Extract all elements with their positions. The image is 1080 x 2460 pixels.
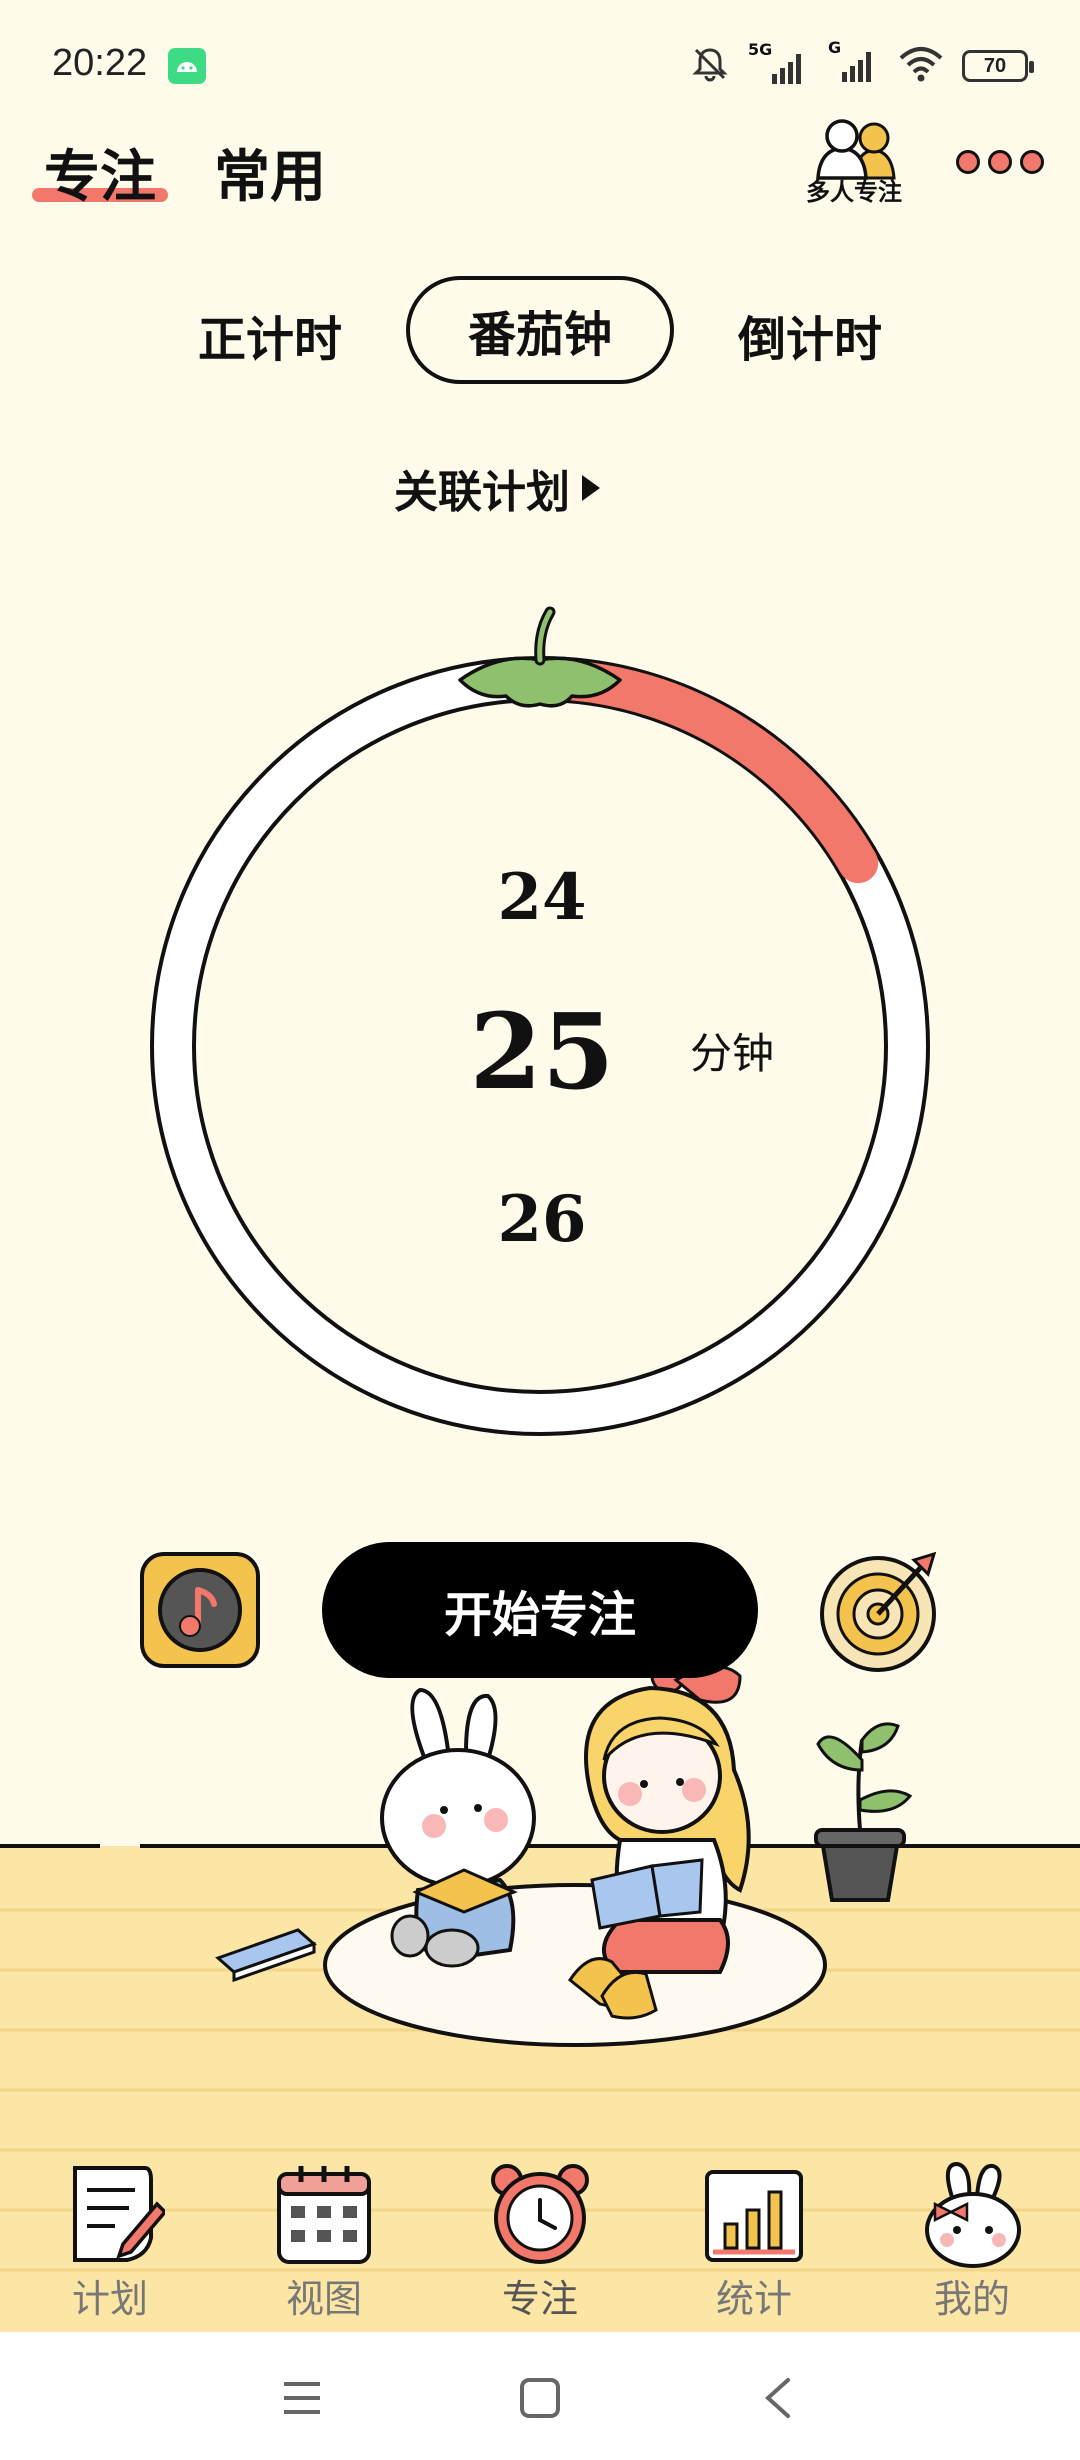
nav-label-view: 视图 [285, 2277, 362, 2321]
triangle-right-icon [582, 475, 600, 501]
mode-count-up[interactable]: 正计时 [198, 300, 342, 370]
bar-chart-icon [705, 2170, 803, 2262]
signal-icon: 5G [748, 40, 810, 86]
mode-pomodoro[interactable]: 番茄钟 [406, 276, 674, 384]
network-type-1: 5G [748, 40, 773, 59]
menu-icon[interactable] [280, 2378, 324, 2418]
multi-focus-label: 多人专注 [806, 178, 902, 206]
nav-item-plan[interactable]: 计划 [30, 2160, 190, 2340]
bunny-face-icon [925, 2161, 1021, 2268]
status-right-cluster: 5G G 70 [690, 38, 1034, 88]
timer-prev-value[interactable]: 24 [392, 860, 692, 935]
battery-level: 70 [983, 54, 1007, 77]
link-plan-button[interactable]: 关联计划 [394, 456, 600, 520]
plan-scroll-icon [73, 2166, 165, 2262]
target-button[interactable] [818, 1546, 942, 1674]
back-icon[interactable] [760, 2376, 796, 2420]
system-navigation-bar [0, 2332, 1080, 2460]
battery-icon: 70 [962, 50, 1034, 82]
status-time: 20:22 [52, 42, 148, 84]
dot [956, 150, 980, 174]
dot [988, 150, 1012, 174]
wifi-icon [898, 45, 944, 87]
tab-common[interactable]: 常用 [214, 132, 326, 213]
start-focus-button[interactable]: 开始专注 [322, 1542, 758, 1678]
nav-item-stats[interactable]: 统计 [674, 2160, 834, 2340]
alarm-clock-icon [491, 2164, 589, 2264]
home-icon[interactable] [518, 2376, 562, 2420]
bunny-character [380, 1687, 536, 1968]
girl-character [567, 1660, 751, 2020]
mode-countdown[interactable]: 倒计时 [738, 300, 882, 370]
nav-label-plan: 计划 [71, 2277, 148, 2321]
tomato-stem-icon [458, 606, 622, 708]
status-bar: 20:22 5G G 70 [0, 0, 1080, 130]
more-dots-icon[interactable] [956, 150, 1044, 174]
calendar-icon [277, 2166, 371, 2264]
music-note-icon [140, 1552, 260, 1668]
nav-label-mine: 我的 [933, 2277, 1010, 2321]
timer-next-value[interactable]: 26 [392, 1182, 692, 1257]
timer-current-value[interactable]: 25 [392, 990, 692, 1113]
android-icon [168, 48, 206, 84]
network-type-2: G [828, 38, 842, 57]
nav-label-focus: 专注 [501, 2277, 578, 2321]
dot [1020, 150, 1044, 174]
mute-icon [690, 44, 730, 88]
nav-item-focus[interactable]: 专注 [460, 2160, 620, 2340]
nav-label-stats: 统计 [715, 2277, 792, 2321]
target-icon [820, 1551, 937, 1672]
tab-focus[interactable]: 专注 [44, 132, 156, 213]
timer-unit: 分钟 [690, 1029, 775, 1078]
nav-item-mine[interactable]: 我的 [892, 2160, 1052, 2340]
music-button[interactable] [138, 1550, 262, 1670]
link-plan-label: 关联计划 [394, 467, 570, 518]
nav-item-view[interactable]: 视图 [244, 2160, 404, 2340]
signal-icon-2: G [828, 38, 880, 88]
